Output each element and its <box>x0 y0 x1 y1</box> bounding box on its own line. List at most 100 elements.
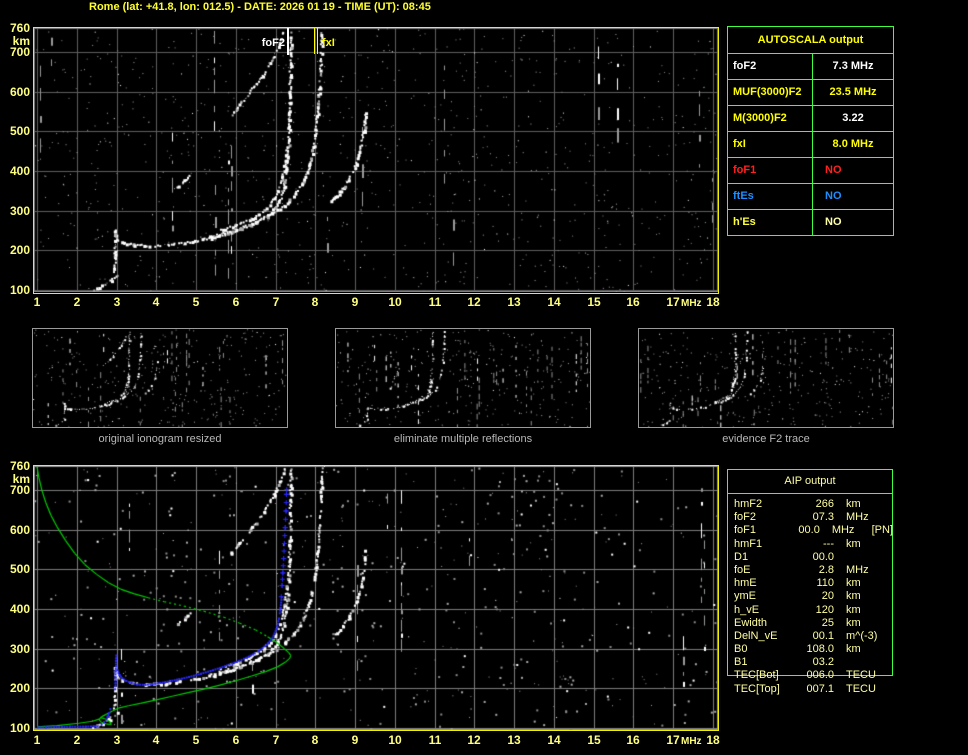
autoscala-row-fxI: fxI 8.0 MHz <box>728 131 893 157</box>
y-axis-tick-760: 760 <box>9 459 30 473</box>
aip-cell: hmF2 <box>734 498 763 510</box>
aip-table-title: AIP output <box>784 475 836 487</box>
aip-cell: DelN_vE <box>734 629 778 642</box>
autoscala-row-value: NO <box>825 164 842 176</box>
y-axis-tick-500: 500 <box>9 124 30 138</box>
autoscala-output-table: AUTOSCALA output foF2 7.3 MHz MUF(3000)F2 2… <box>727 26 894 236</box>
aip-cell: 108.0 <box>806 643 834 656</box>
y-axis-tick-760: 760 <box>9 21 30 35</box>
autoscala-row-label: fxI <box>728 132 813 157</box>
aip-cell: B1 <box>734 656 748 669</box>
aip-row-B0: B0 108.0 km <box>734 643 893 656</box>
autoscala-row-label: foF2 <box>728 54 813 79</box>
aip-cell: foF2 <box>734 511 757 524</box>
aip-cell: 03.2 <box>812 656 834 669</box>
aip-row-hmE: hmE 110 km <box>734 577 893 590</box>
thumbnail-eliminate-canvas <box>336 329 590 427</box>
fxI-marker-label: fxI <box>322 37 335 49</box>
aip-cell: MHz <box>846 511 869 524</box>
aip-cell: km <box>846 577 861 590</box>
aip-cell: Ewidth <box>734 616 768 629</box>
autoscala-row-label: h'Es <box>728 210 813 235</box>
y-axis-tick-600: 600 <box>9 523 30 537</box>
x-axis-tick-10: 10 <box>388 733 402 747</box>
aip-cell: 20 <box>821 590 834 603</box>
autoscala-table-title: AUTOSCALA output <box>757 34 864 46</box>
y-axis-tick-200: 200 <box>9 681 30 695</box>
autoscala-row-h'Es: h'Es NO <box>728 209 893 235</box>
x-axis-tick-16: 16 <box>626 733 640 747</box>
y-axis-tick-100: 100 <box>9 283 30 297</box>
x-axis-tick-2: 2 <box>73 295 81 309</box>
x-axis-tick-12: 12 <box>467 733 481 747</box>
x-axis-tick-16: 16 <box>626 295 640 309</box>
autoscala-row-label: MUF(3000)F2 <box>728 80 813 105</box>
y-axis-tick-600: 600 <box>9 85 30 99</box>
y-axis-tick-300: 300 <box>9 204 30 218</box>
aip-cell: 110 <box>816 577 834 590</box>
x-axis-tick-10: 10 <box>388 295 402 309</box>
thumbnail-original-ionogram <box>32 328 288 428</box>
bottom-ionogram-canvas <box>34 466 718 730</box>
x-axis-tick-11: 11 <box>428 733 442 747</box>
aip-cell <box>846 551 890 564</box>
y-axis-tick-300: 300 <box>9 642 30 656</box>
thumbnail-evidence-canvas <box>639 329 893 427</box>
aip-cell: foF1 <box>734 524 757 537</box>
y-axis-tick-100: 100 <box>9 721 30 735</box>
autoscala-row-value: 3.22 <box>842 112 864 124</box>
aip-cell: foE <box>734 563 751 576</box>
x-axis-tick-7: 7 <box>272 733 280 747</box>
aip-rows: hmF2 266 km foF2 07.3 MHz foF1 00.0 MHz [PN] hmF1-… <box>727 493 893 696</box>
autoscala-row-value: NO <box>825 216 842 228</box>
autoscala-row-value: NO <box>825 190 842 202</box>
aip-cell: hmE <box>734 577 757 590</box>
aip-cell: h_vE <box>734 603 760 616</box>
x-axis-tick-1: 1 <box>33 295 41 309</box>
autoscala-row-foF2: foF2 7.3 MHz <box>728 53 893 79</box>
x-axis-tick-12: 12 <box>467 295 481 309</box>
y-axis-tick-400: 400 <box>9 164 30 178</box>
x-axis-tick-8: 8 <box>311 295 319 309</box>
thumbnail-eliminate-caption: eliminate multiple reflections <box>393 433 533 445</box>
x-axis-tick-13: 13 <box>507 733 521 747</box>
aip-cell: km <box>846 616 861 629</box>
autoscala-row-value: 23.5 MHz <box>829 86 877 98</box>
aip-cell: MHz <box>846 563 869 576</box>
fxI-marker-line-b <box>317 28 318 54</box>
x-axis-tick-14: 14 <box>547 733 561 747</box>
aip-cell: 07.3 <box>812 511 834 524</box>
x-axis-tick-5: 5 <box>192 295 200 309</box>
thumbnail-original-canvas <box>33 329 287 427</box>
aip-cell: ymE <box>734 590 756 603</box>
autoscala-row-label: M(3000)F2 <box>728 106 813 131</box>
x-axis-tick-14: 14 <box>547 295 561 309</box>
aip-row-ymE: ymE 20 km <box>734 590 893 603</box>
aip-cell: B0 <box>734 643 748 656</box>
aip-cell: km <box>846 498 861 510</box>
y-axis-tick-400: 400 <box>9 602 30 616</box>
x-axis-tick-7: 7 <box>272 295 280 309</box>
autoscala-row-foF1: foF1 NO <box>728 157 893 183</box>
aip-cell: D1 <box>734 550 749 563</box>
aip-cell: TEC[Bot] <box>734 669 779 682</box>
aip-cell: 00.0 <box>812 550 834 563</box>
aip-row-B1: B1 03.2 <box>734 656 893 669</box>
autoscala-row-label: ftEs <box>728 184 813 209</box>
aip-cell: 2.8 <box>818 563 834 576</box>
aip-row-TEC[Top]: TEC[Top] 007.1 TECU <box>734 683 893 696</box>
aip-row-foF2: foF2 07.3 MHz <box>734 511 893 524</box>
aip-cell: km <box>846 537 861 550</box>
foF2-marker-line <box>287 28 289 55</box>
aip-cell: 00.0 <box>798 524 820 537</box>
aip-cell: TECU <box>846 669 876 682</box>
aip-row-hmF1: hmF1 --- km <box>734 538 893 551</box>
y-axis-unit: km <box>12 34 30 48</box>
x-axis-tick-8: 8 <box>311 733 319 747</box>
x-axis-tick-18: 18 <box>706 295 720 309</box>
autoscala-row-ftEs: ftEs NO <box>728 183 893 209</box>
x-axis-tick-15: 15 <box>587 295 601 309</box>
station-title: Rome (lat: +41.8, lon: 012.5) - DATE: 20… <box>89 1 431 13</box>
x-axis-tick-6: 6 <box>232 295 240 309</box>
aip-cell: hmF1 <box>734 537 763 550</box>
